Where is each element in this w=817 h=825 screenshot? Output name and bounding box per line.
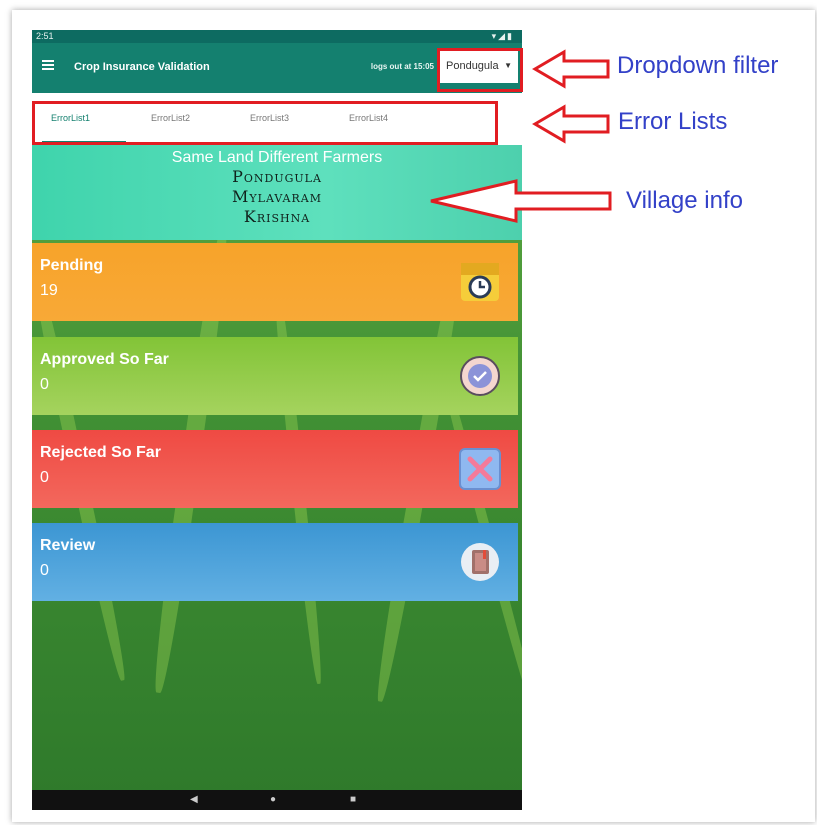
approved-label: Approved So Far (40, 351, 169, 368)
village-info-arrow-icon (430, 179, 612, 223)
rejected-count: 0 (40, 469, 49, 486)
village-heading: Same Land Different Farmers (171, 149, 383, 166)
approved-count: 0 (40, 376, 49, 393)
error-lists-arrow-icon (532, 104, 610, 144)
approved-card[interactable]: Approved So Far 0 (32, 337, 518, 415)
review-label: Review (40, 537, 96, 554)
nav-home-button[interactable]: ● (270, 794, 276, 805)
check-circle-icon (460, 356, 500, 396)
rejected-card[interactable]: Rejected So Far 0 (32, 430, 518, 508)
clock-box-icon (461, 263, 499, 301)
review-count: 0 (40, 562, 49, 579)
rejected-label: Rejected So Far (40, 444, 161, 461)
status-icons: ▾◢▮ (491, 31, 514, 41)
status-time: 2:51 (36, 31, 54, 41)
pending-count: 19 (40, 282, 58, 299)
dropdown-arrow-icon (532, 49, 610, 89)
hamburger-menu-icon[interactable] (42, 58, 54, 72)
app-title: Crop Insurance Validation (74, 61, 210, 73)
x-square-icon (459, 448, 501, 490)
error-lists-highlight-box (32, 101, 498, 145)
nav-recent-button[interactable]: ■ (350, 794, 356, 805)
dropdown-filter-annotation: Dropdown filter (617, 52, 779, 79)
review-card[interactable]: Review 0 (32, 523, 518, 601)
pending-card[interactable]: Pending 19 (32, 243, 518, 321)
nav-back-button[interactable]: ◀ (190, 794, 198, 805)
pending-label: Pending (40, 257, 104, 274)
phone-screen: 2:51 ▾◢▮ Crop Insurance Validation logs … (32, 30, 522, 810)
android-nav-bar: ◀ ● ■ (32, 790, 522, 810)
status-bar: 2:51 ▾◢▮ (32, 30, 522, 43)
error-lists-annotation: Error Lists (618, 108, 728, 135)
book-icon (461, 543, 499, 581)
dropdown-highlight-box (437, 48, 523, 92)
village-info-annotation: Village info (626, 187, 743, 214)
logout-time-text: logs out at 15:05 (370, 62, 434, 71)
